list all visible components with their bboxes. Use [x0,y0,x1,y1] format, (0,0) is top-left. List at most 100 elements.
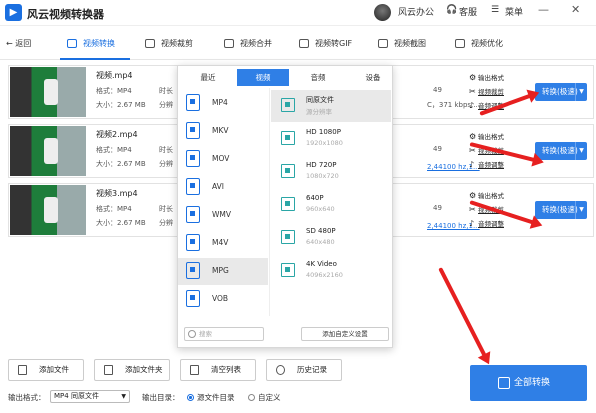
preset-item[interactable]: HD 1080P 1920x1080 [271,123,391,155]
format-label: AVI [212,182,224,191]
chevron-down-icon[interactable]: ▼ [575,142,587,160]
radio-checked-icon [187,394,194,401]
music-icon: ♪ [469,101,475,110]
tab-label: 视频合并 [240,39,272,48]
preset-spec: 4096x2160 [306,271,343,279]
tab-video[interactable]: 视频 [237,69,289,86]
format-label: M4V [212,238,229,247]
optimize-icon [455,39,465,48]
video-thumbnail [10,185,86,235]
minimize-icon[interactable]: — [538,3,549,16]
settings-icon: ⚙ [469,73,477,82]
history-button[interactable]: 历史记录 [266,359,342,381]
format-search-input[interactable]: 搜索 [184,327,264,341]
duration-value: 49 [433,204,442,212]
audio-adjust-option[interactable]: ♪ 音频调整 [469,218,504,228]
preset-item[interactable]: 同原文件 源分辨率 [271,90,391,122]
file-duration: 时长 [159,205,173,213]
format-item-avi[interactable]: AVI [178,174,268,201]
tab-video-screenshot[interactable]: 视频截图 [378,38,426,49]
menu-icon[interactable]: ☰ [491,5,499,15]
convert-button[interactable]: 转换(极速) ▼ [535,83,587,101]
film-icon [281,197,295,211]
radio-label: 自定义 [258,393,281,402]
annotation-arrow [438,267,488,359]
close-icon[interactable]: ✕ [571,3,580,16]
preset-spec: 1920x1080 [306,139,343,147]
menu-link[interactable]: 菜单 [505,5,523,18]
preset-name: SD 480P [306,227,336,235]
video-file-icon [186,290,200,307]
preset-name: HD 1080P [306,128,341,136]
tab-video-optimize[interactable]: 视频优化 [455,38,503,49]
output-format-option[interactable]: ⚙ 输出格式 [469,131,504,141]
preset-item[interactable]: 640P 960x640 [271,189,391,221]
format-item-mov[interactable]: MOV [178,146,268,173]
tab-audio[interactable]: 音频 [292,69,344,86]
back-button[interactable]: ← 返回 [6,38,31,49]
format-item-m4v[interactable]: M4V [178,230,268,257]
video-crop-option[interactable]: ✂视频裁剪 [469,86,504,96]
video-file-icon [186,150,200,167]
nav-bar: ← 返回 视频转换 视频裁剪 视频合并 视频转GIF 视频截图 视频优化 [0,28,596,60]
headset-icon[interactable]: 🎧 [446,5,457,15]
crop-icon [145,39,155,48]
preset-item[interactable]: 4K Video 4096x2160 [271,255,391,287]
output-format-option[interactable]: ⚙ 输出格式 [469,190,504,200]
chevron-down-icon[interactable]: ▼ [575,201,587,219]
tab-device[interactable]: 设备 [347,69,399,86]
output-format-select[interactable]: MP4 同原文件 ▼ [50,390,130,403]
tab-label: 视频优化 [471,39,503,48]
convert-all-button[interactable]: 全部转换 [470,365,587,401]
file-size: 大小：2.67 MB [96,101,146,109]
audio-adjust-option[interactable]: ♪ 音频调整 [469,159,504,169]
format-popup: 最近 视频 音频 设备 MP4 MKV MOV AVI WMV M4V MPG … [177,65,393,348]
preset-item[interactable]: HD 720P 1080x720 [271,156,391,188]
radio-label: 源文件目录 [197,393,235,402]
video-file-icon [186,94,200,111]
file-resolution: 分辨 [159,101,173,109]
clock-icon [276,365,285,375]
button-label: 历史记录 [297,365,327,374]
preset-name: 同原文件 [306,96,334,104]
format-label: MPG [212,266,229,275]
settings-icon: ⚙ [469,132,477,141]
account-name[interactable]: 风云办公 [398,5,434,18]
tab-recent[interactable]: 最近 [182,69,234,86]
format-item-mp4[interactable]: MP4 [178,90,268,117]
convert-button[interactable]: 转换(极速) ▼ [535,201,587,219]
chevron-down-icon[interactable]: ▼ [575,83,587,101]
output-format-option[interactable]: ⚙ 输出格式 [469,72,504,82]
avatar[interactable] [374,4,391,21]
tab-video-convert[interactable]: 视频转换 [67,38,115,49]
tab-video-gif[interactable]: 视频转GIF [299,38,352,49]
file-name: 视频3.mp4 [96,189,138,198]
format-item-mkv[interactable]: MKV [178,118,268,145]
radio-custom-dir[interactable]: 自定义 [248,392,281,403]
radio-unchecked-icon [248,394,255,401]
service-link[interactable]: 客服 [459,5,477,18]
scissors-icon: ✂ [469,87,476,96]
format-label: MP4 [212,98,228,107]
format-item-vob[interactable]: VOB [178,286,268,313]
tab-video-merge[interactable]: 视频合并 [224,38,272,49]
format-item-wmv[interactable]: WMV [178,202,268,229]
clear-list-button[interactable]: 清空列表 [180,359,256,381]
tab-video-crop[interactable]: 视频裁剪 [145,38,193,49]
merge-icon [224,39,234,48]
tab-label: 视频裁剪 [161,39,193,48]
format-label: MKV [212,126,229,135]
format-item-mpg[interactable]: MPG [178,258,268,285]
add-folder-button[interactable]: 添加文件夹 [94,359,170,381]
radio-source-dir[interactable]: 源文件目录 [187,392,235,403]
convert-label: 转换(极速) [542,87,578,96]
convert-icon [67,39,77,48]
tab-label: 视频截图 [394,39,426,48]
preset-item[interactable]: SD 480P 640x480 [271,222,391,254]
option-label: 输出格式 [478,192,504,200]
format-label: WMV [212,210,232,219]
trash-icon [190,365,199,375]
add-file-button[interactable]: 添加文件 [8,359,84,381]
option-label: 输出格式 [478,133,504,141]
add-custom-button[interactable]: 添加自定义设置 [301,327,389,341]
